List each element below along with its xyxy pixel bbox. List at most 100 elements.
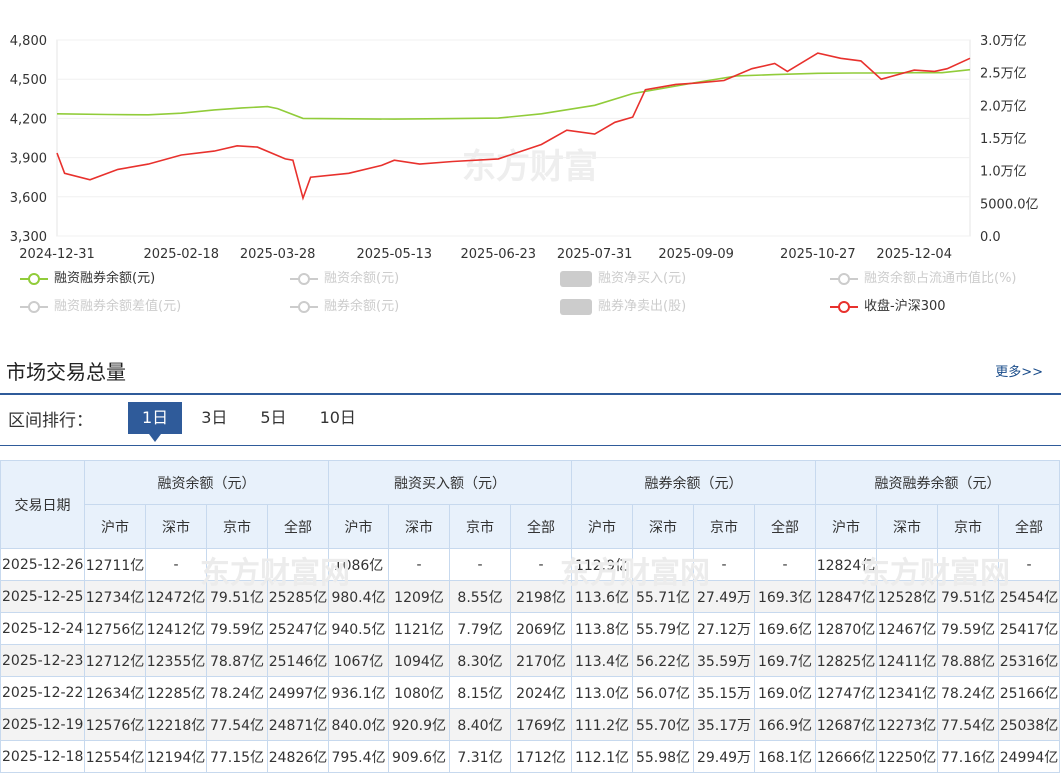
legend-line-icon bbox=[830, 273, 858, 285]
value-cell: 169.6亿 bbox=[754, 612, 816, 645]
right-axis-tick: 2.5万亿 bbox=[980, 67, 1027, 82]
value-cell: 1209亿 bbox=[388, 580, 450, 613]
value-cell: 1094亿 bbox=[388, 644, 450, 677]
value-cell: 77.15亿 bbox=[206, 740, 268, 773]
x-axis-tick: 2025-10-27 bbox=[780, 247, 856, 262]
legend-item[interactable]: 融资净买入(元) bbox=[560, 268, 686, 290]
table-row: 2025-12-25 12734亿 12472亿 79.51亿 25285亿 980.4亿… bbox=[0, 580, 1060, 613]
sub-header: 全部 bbox=[267, 504, 329, 549]
value-cell: 77.54亿 bbox=[937, 708, 999, 741]
date-cell: 2025-12-18 bbox=[0, 740, 85, 773]
divider bbox=[0, 393, 1061, 395]
legend-label: 收盘-沪深300 bbox=[864, 299, 946, 314]
legend-item[interactable]: 融券余额(元) bbox=[290, 296, 399, 318]
value-cell: 8.40亿 bbox=[449, 708, 511, 741]
value-cell: 8.15亿 bbox=[449, 676, 511, 709]
range-tab[interactable]: 5日 bbox=[246, 402, 300, 434]
range-tab[interactable]: 1日 bbox=[128, 402, 183, 442]
value-cell: 909.6亿 bbox=[388, 740, 450, 773]
range-tabs: 1日 3日 5日 10日 bbox=[128, 402, 375, 442]
left-axis-tick: 3,300 bbox=[10, 230, 47, 245]
value-cell: 35.17万 bbox=[693, 708, 755, 741]
value-cell: 25417亿 bbox=[998, 612, 1060, 645]
sub-header: 深市 bbox=[632, 504, 694, 549]
sub-header: 沪市 bbox=[84, 504, 146, 549]
margin-trading-chart: 东方财富 4,800 4,500 4,200 3,900 3,600 3,300 3.0万亿 2… bbox=[10, 34, 1039, 262]
table-row: 2025-12-18 12554亿 12194亿 77.15亿 24826亿 795.4亿… bbox=[0, 740, 1060, 773]
value-cell: 1067亿 bbox=[328, 644, 389, 677]
legend-box-icon bbox=[560, 299, 592, 315]
value-cell: 12467亿 bbox=[876, 612, 938, 645]
x-axis-tick: 2025-05-13 bbox=[357, 247, 433, 262]
legend-box-icon bbox=[560, 271, 592, 287]
value-cell: - bbox=[267, 548, 329, 581]
group-header: 融资融券余额（元） bbox=[815, 460, 1060, 505]
value-cell: 78.24亿 bbox=[937, 676, 999, 709]
value-cell: 169.3亿 bbox=[754, 580, 816, 613]
value-cell: - bbox=[876, 548, 938, 581]
value-cell: 7.31亿 bbox=[449, 740, 511, 773]
value-cell: 25146亿 bbox=[267, 644, 329, 677]
legend-item[interactable]: 融资融券余额差值(元) bbox=[20, 296, 181, 318]
value-cell: - bbox=[693, 548, 755, 581]
value-cell: 113.8亿 bbox=[571, 612, 633, 645]
value-cell: 1086亿 bbox=[328, 548, 389, 581]
x-axis-tick: 2025-09-09 bbox=[658, 247, 734, 262]
legend-item[interactable]: 融资余额占流通市值比(%) bbox=[830, 268, 1017, 290]
table-row: 2025-12-22 12634亿 12285亿 78.24亿 24997亿 936.1亿… bbox=[0, 676, 1060, 709]
legend-item[interactable]: 融券净卖出(股) bbox=[560, 296, 686, 318]
series-line bbox=[56, 68, 971, 120]
legend-item[interactable]: 融资余额(元) bbox=[290, 268, 399, 290]
value-cell: 12528亿 bbox=[876, 580, 938, 613]
right-axis-tick: 2.0万亿 bbox=[980, 99, 1027, 114]
sub-header: 京市 bbox=[693, 504, 755, 549]
value-cell: 55.70亿 bbox=[632, 708, 694, 741]
value-cell: 920.9亿 bbox=[388, 708, 450, 741]
value-cell: 168.1亿 bbox=[754, 740, 816, 773]
value-cell: 24997亿 bbox=[267, 676, 329, 709]
sub-header: 深市 bbox=[145, 504, 207, 549]
value-cell: 77.16亿 bbox=[937, 740, 999, 773]
value-cell: 8.30亿 bbox=[449, 644, 511, 677]
value-cell: 7.79亿 bbox=[449, 612, 511, 645]
value-cell: 12734亿 bbox=[84, 580, 146, 613]
table-row: 2025-12-23 12712亿 12355亿 78.87亿 25146亿 1067亿 1… bbox=[0, 644, 1060, 677]
value-cell: 840.0亿 bbox=[328, 708, 389, 741]
value-cell: 12355亿 bbox=[145, 644, 207, 677]
more-link[interactable]: 更多>> bbox=[995, 361, 1043, 380]
legend-label: 融资余额占流通市值比(%) bbox=[864, 271, 1017, 286]
value-cell: 12711亿 bbox=[84, 548, 146, 581]
value-cell: - bbox=[998, 548, 1060, 581]
sub-header: 沪市 bbox=[571, 504, 633, 549]
left-axis-tick: 3,600 bbox=[10, 191, 47, 206]
value-cell: 78.87亿 bbox=[206, 644, 268, 677]
value-cell: 78.24亿 bbox=[206, 676, 268, 709]
value-cell: 12576亿 bbox=[84, 708, 146, 741]
value-cell: 25316亿 bbox=[998, 644, 1060, 677]
legend-label: 融资融券余额差值(元) bbox=[54, 299, 182, 314]
value-cell: 79.59亿 bbox=[937, 612, 999, 645]
left-axis-tick: 3,900 bbox=[10, 152, 47, 167]
right-axis-tick: 5000.0亿 bbox=[980, 197, 1039, 212]
legend-line-icon bbox=[830, 301, 858, 313]
value-cell: 1712亿 bbox=[510, 740, 572, 773]
value-cell: 79.51亿 bbox=[206, 580, 268, 613]
legend-item[interactable]: 融资融券余额(元) bbox=[20, 268, 155, 290]
legend-line-icon bbox=[20, 273, 48, 285]
range-label: 区间排行： bbox=[8, 411, 93, 431]
value-cell: 166.9亿 bbox=[754, 708, 816, 741]
value-cell: 8.55亿 bbox=[449, 580, 511, 613]
value-cell: 27.12万 bbox=[693, 612, 755, 645]
value-cell: 936.1亿 bbox=[328, 676, 389, 709]
right-axis-tick: 1.5万亿 bbox=[980, 132, 1027, 147]
group-header: 融券余额（元） bbox=[571, 460, 816, 505]
value-cell: 1769亿 bbox=[510, 708, 572, 741]
range-tab[interactable]: 10日 bbox=[306, 402, 370, 434]
date-header: 交易日期 bbox=[0, 460, 85, 549]
range-tab[interactable]: 3日 bbox=[187, 402, 241, 434]
legend-item[interactable]: 收盘-沪深300 bbox=[830, 296, 946, 318]
value-cell: 12634亿 bbox=[84, 676, 146, 709]
value-cell: 12285亿 bbox=[145, 676, 207, 709]
value-cell: 113.0亿 bbox=[571, 676, 633, 709]
value-cell: 112.9亿 bbox=[571, 548, 633, 581]
